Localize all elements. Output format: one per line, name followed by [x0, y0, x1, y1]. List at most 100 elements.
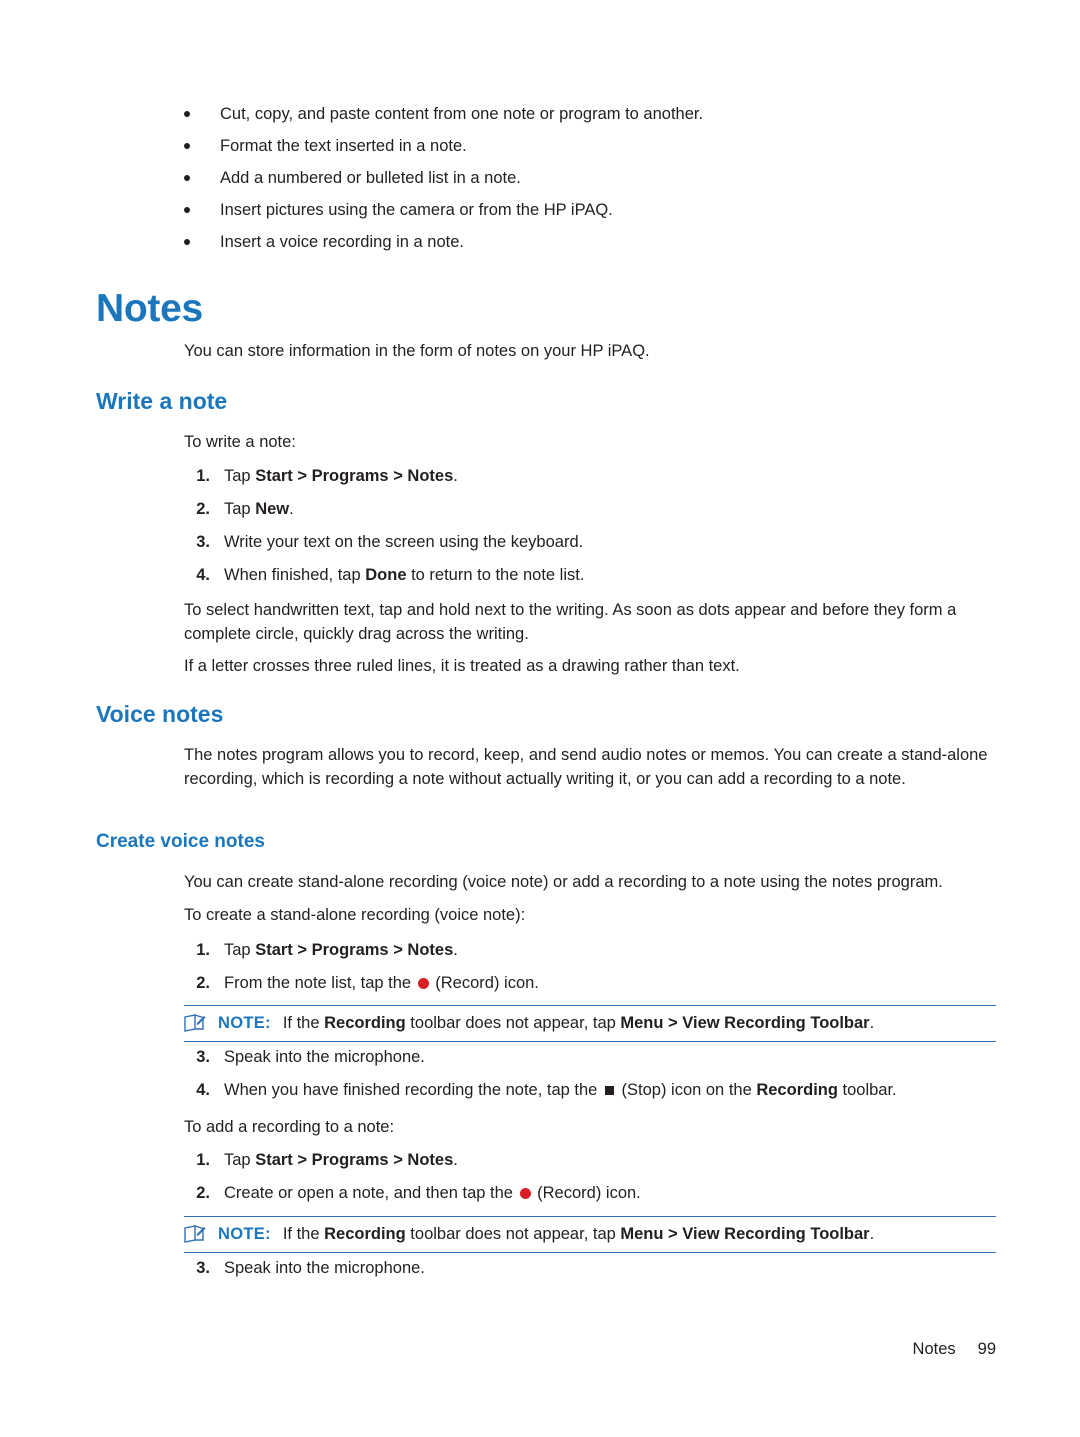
write-note-paragraph-1: To select handwritten text, tap and hold…: [184, 601, 957, 643]
write-note-paragraph-2: If a letter crosses three ruled lines, i…: [184, 657, 740, 675]
voice-notes-paragraph-1: The notes program allows you to record, …: [184, 746, 988, 788]
step-text-pre: From the note list, tap the: [224, 974, 416, 992]
step-text-pre: Create or open a note, and then tap the: [224, 1184, 518, 1202]
note-label: NOTE:: [218, 1225, 271, 1243]
list-item: Add a numbered or bulleted list in a not…: [184, 168, 984, 189]
step-item: 2. Tap New.: [180, 498, 1000, 520]
step-item: 3. Speak into the microphone.: [180, 1257, 1000, 1279]
step-text-bold: New: [255, 500, 290, 518]
feature-bullet-list: Cut, copy, and paste content from one no…: [184, 104, 984, 264]
voice-notes-lead-2: To add a recording to a note:: [184, 1118, 395, 1136]
step-number: 1.: [196, 1151, 210, 1169]
add-recording-steps: 1. Tap Start > Programs > Notes. 2. Crea…: [180, 1149, 1000, 1215]
step-text-pre: Tap: [224, 500, 256, 518]
step-item: 2. From the note list, tap the (Record) …: [180, 972, 1000, 994]
step-text-post: to return to the note list.: [406, 566, 585, 584]
bullet-dot-icon: [184, 207, 190, 213]
step-text-post: (Record) icon.: [532, 1184, 641, 1202]
bullet-text: Cut, copy, and paste content from one no…: [220, 105, 704, 123]
step-text-post: .: [289, 500, 294, 518]
footer-section: Notes: [912, 1340, 956, 1358]
step-number: 1.: [196, 467, 210, 485]
step-text-post: (Record) icon.: [430, 974, 539, 992]
list-item: Insert pictures using the camera or from…: [184, 200, 984, 221]
step-text-pre: Tap: [224, 467, 256, 485]
step-number: 2.: [196, 1184, 210, 1202]
step-item: 4. When you have finished recording the …: [180, 1079, 1000, 1101]
step-text-post-2: toolbar.: [837, 1081, 897, 1099]
record-icon: [519, 1188, 531, 1199]
step-number: 3.: [196, 533, 210, 551]
step-number: 2.: [196, 500, 210, 518]
bullet-text: Add a numbered or bulleted list in a not…: [220, 169, 521, 187]
bullet-dot-icon: [184, 239, 190, 245]
note-box: NOTE: If the Recording toolbar does not a…: [184, 1216, 996, 1253]
step-text-post: .: [453, 1151, 458, 1169]
list-item: Cut, copy, and paste content from one no…: [184, 104, 984, 125]
note-text-pre: If the: [282, 1225, 325, 1243]
step-text-bold: Start > Programs > Notes: [255, 941, 454, 959]
step-text-pre: When finished, tap: [224, 566, 366, 584]
list-item: Format the text inserted in a note.: [184, 136, 984, 157]
record-icon: [417, 978, 429, 989]
note-text-bold-1: Recording: [324, 1225, 406, 1243]
note-text-bold-1: Recording: [324, 1014, 406, 1032]
step-number: 1.: [196, 941, 210, 959]
step-item: 3. Write your text on the screen using t…: [180, 531, 1000, 553]
step-number: 4.: [196, 1081, 210, 1099]
note-label: NOTE:: [218, 1014, 271, 1032]
section-heading-voice-notes: Voice notes: [96, 701, 224, 727]
step-number: 4.: [196, 566, 210, 584]
step-text-post: (Stop) icon on the: [616, 1081, 757, 1099]
stand-alone-recording-steps: 1. Tap Start > Programs > Notes. 2. From…: [180, 939, 1000, 1005]
bullet-dot-icon: [184, 143, 190, 149]
step-number: 3.: [196, 1259, 210, 1277]
section-heading-write-a-note: Write a note: [96, 388, 228, 414]
write-note-lead: To write a note:: [184, 433, 296, 451]
step-item: 3. Speak into the microphone.: [180, 1046, 1000, 1068]
step-text-bold: Start > Programs > Notes: [255, 467, 454, 485]
list-item: Insert a voice recording in a note.: [184, 232, 984, 253]
voice-notes-lead-1: To create a stand-alone recording (voice…: [184, 906, 526, 924]
step-number: 2.: [196, 974, 210, 992]
step-number: 3.: [196, 1048, 210, 1066]
add-recording-steps-cont: 3. Speak into the microphone.: [180, 1257, 1000, 1290]
step-text-bold: Start > Programs > Notes: [255, 1151, 454, 1169]
bullet-text: Format the text inserted in a note.: [220, 137, 467, 155]
step-text-pre: Write your text on the screen using the …: [224, 533, 584, 551]
subsection-heading-create-voice-notes: Create voice notes: [96, 831, 265, 852]
step-item: 4. When finished, tap Done to return to …: [180, 564, 1000, 586]
step-item: 1. Tap Start > Programs > Notes.: [180, 939, 1000, 961]
note-text-bold-2: Menu > View Recording Toolbar: [620, 1225, 870, 1243]
step-text-bold-2: Recording: [756, 1081, 838, 1099]
bullet-text: Insert a voice recording in a note.: [220, 233, 464, 251]
stop-icon: [604, 1086, 614, 1095]
step-text-bold: Done: [365, 566, 407, 584]
note-text-post: .: [869, 1225, 875, 1243]
note-box: NOTE: If the Recording toolbar does not a…: [184, 1005, 996, 1042]
note-pencil-icon: [184, 1014, 206, 1032]
note-text-post: .: [869, 1014, 875, 1032]
note-text-mid: toolbar does not appear, tap: [405, 1225, 621, 1243]
step-text-post: .: [453, 467, 458, 485]
bullet-dot-icon: [184, 111, 190, 117]
notes-intro-paragraph: You can store information in the form of…: [184, 342, 650, 360]
bullet-text: Insert pictures using the camera or from…: [220, 201, 613, 219]
step-text-pre: Speak into the microphone.: [224, 1259, 425, 1277]
write-note-steps: 1. Tap Start > Programs > Notes. 2. Tap …: [180, 465, 1000, 597]
step-text-pre: Speak into the microphone.: [224, 1048, 425, 1066]
note-text-pre: If the: [282, 1014, 325, 1032]
bullet-dot-icon: [184, 175, 190, 181]
step-text-pre: Tap: [224, 1151, 256, 1169]
step-item: 2. Create or open a note, and then tap t…: [180, 1182, 1000, 1204]
step-text-pre: Tap: [224, 941, 256, 959]
step-text-pre: When you have finished recording the not…: [224, 1081, 602, 1099]
voice-notes-paragraph-2: You can create stand-alone recording (vo…: [184, 873, 943, 891]
footer-page-number: 99: [977, 1340, 996, 1358]
note-text-mid: toolbar does not appear, tap: [405, 1014, 621, 1032]
note-text-bold-2: Menu > View Recording Toolbar: [620, 1014, 870, 1032]
document-page: Cut, copy, and paste content from one no…: [0, 0, 1080, 1437]
step-item: 1. Tap Start > Programs > Notes.: [180, 465, 1000, 487]
note-pencil-icon: [184, 1225, 206, 1243]
step-text-post: .: [453, 941, 458, 959]
